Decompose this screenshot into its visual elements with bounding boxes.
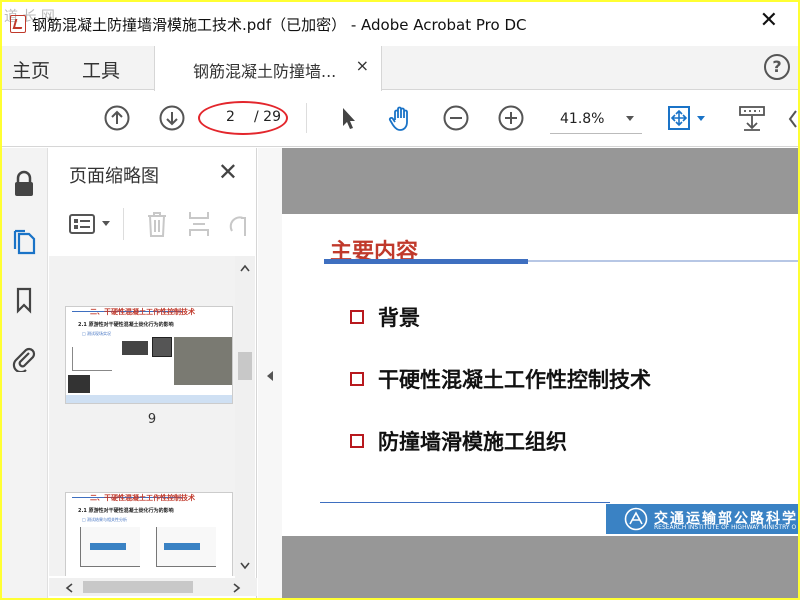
thumb-note: □ 测试结果与相关性分析 — [82, 517, 128, 522]
tab-document[interactable]: 钢筋混凝土防撞墙... × — [154, 46, 382, 91]
chevron-down-icon — [626, 116, 634, 121]
toolbar: 2 / 29 41.8% — [2, 91, 798, 147]
tab-tools[interactable]: 工具 — [82, 56, 120, 83]
panel-collapse-handle[interactable] — [258, 148, 282, 598]
bullet-marker — [350, 434, 364, 448]
rotate-icon[interactable] — [227, 210, 247, 238]
thumb-photo-small — [68, 375, 90, 393]
collapse-arrow-icon[interactable] — [266, 370, 274, 382]
thumbnails-title: 页面缩略图 — [69, 166, 159, 187]
bookmark-icon[interactable] — [10, 286, 38, 314]
pages-icon[interactable] — [10, 228, 38, 256]
bullet-item: 背景 — [378, 306, 420, 330]
options-icon[interactable] — [69, 212, 97, 236]
thumb-subheading: 2.1 原游性对干硬性混凝土徙化行为的影响 — [78, 322, 174, 328]
heading-underline-accent — [324, 259, 528, 264]
institute-banner: 交通运输部公路科学 RESEARCH INSTITUTE OF HIGHWAY … — [606, 504, 798, 534]
scroll-left-icon[interactable] — [65, 583, 73, 593]
acrobat-window: 道 长 网 钢筋混凝土防撞墙滑模施工技术.pdf（已加密） - Adobe Ac… — [2, 2, 798, 598]
thumbnail-page-number: 9 — [147, 412, 157, 427]
window-close-button[interactable]: ✕ — [760, 8, 778, 33]
thumb-photo-device — [122, 341, 148, 355]
annotation-oval — [198, 101, 288, 135]
bullet-item: 干硬性混凝土工作性控制技术 — [378, 368, 651, 392]
footer-line — [320, 502, 610, 503]
horizontal-scroll-thumb[interactable] — [83, 581, 193, 593]
page-down-icon[interactable] — [158, 104, 186, 132]
thumb-plot — [72, 347, 112, 371]
thumb-chart-label — [164, 543, 200, 550]
zoom-select[interactable]: 41.8% — [550, 104, 642, 134]
toolbar-divider — [306, 103, 307, 133]
thumb-photo-concrete — [174, 337, 232, 385]
thumb-subheading: 2.1 原游性对干硬性混凝土徙化行为的影响 — [78, 508, 174, 514]
scroll-right-icon[interactable] — [233, 583, 241, 593]
thumbnails-toolbar — [49, 204, 257, 244]
thumbnails-panel: 页面缩略图 ✕ 二、干硬性混凝土工作性控制技术 2.1 原游性对干硬性混凝土徙化… — [49, 148, 257, 598]
institute-logo-icon — [624, 507, 648, 531]
bullet-marker — [350, 310, 364, 324]
thumbnail-page-10[interactable]: 二、干硬性混凝土工作性控制技术 2.1 原游性对干硬性混凝土徙化行为的影响 □ … — [65, 492, 233, 576]
zoom-in-icon[interactable] — [497, 104, 525, 132]
help-icon[interactable]: ? — [764, 54, 790, 80]
window-title: 钢筋混凝土防撞墙滑模施工技术.pdf（已加密） - Adobe Acrobat … — [32, 16, 527, 34]
thumb-heading: 二、干硬性混凝土工作性控制技术 — [90, 494, 195, 502]
tab-bar: 主页 工具 钢筋混凝土防撞墙... × ? — [2, 46, 798, 91]
lock-icon[interactable] — [10, 170, 38, 198]
thumb-photo-laptop — [152, 337, 172, 357]
tab-home[interactable]: 主页 — [12, 56, 50, 83]
left-rail — [2, 148, 48, 598]
bullet-item: 防撞墙滑模施工组织 — [378, 430, 567, 454]
thumb-footer — [66, 395, 232, 403]
delete-icon[interactable] — [145, 210, 169, 238]
fit-page-icon[interactable] — [666, 104, 694, 132]
tab-document-label: 钢筋混凝土防撞墙... — [193, 62, 337, 81]
tab-document-close-icon[interactable]: × — [356, 56, 369, 75]
pdf-page: 主要内容 背景 干硬性混凝土工作性控制技术 防撞墙滑模施工组织 交通运输部公路科… — [282, 214, 798, 536]
fit-menu-chevron-icon[interactable] — [696, 115, 706, 123]
select-arrow-icon[interactable] — [334, 104, 362, 132]
thumb-note: □ 测试现场实况 — [82, 331, 112, 336]
extract-icon[interactable] — [187, 210, 211, 238]
scroll-down-icon[interactable] — [240, 562, 250, 570]
thumb-chart-label — [90, 543, 126, 550]
thumbnail-list: 二、干硬性混凝土工作性控制技术 2.1 原游性对干硬性混凝土徙化行为的影响 □ … — [49, 256, 239, 576]
document-view[interactable]: 主要内容 背景 干硬性混凝土工作性控制技术 防撞墙滑模施工组织 交通运输部公路科… — [282, 148, 798, 598]
vertical-scroll-thumb[interactable] — [238, 352, 252, 380]
zoom-value: 41.8% — [560, 111, 605, 127]
thumbnail-page-9[interactable]: 二、干硬性混凝土工作性控制技术 2.1 原游性对干硬性混凝土徙化行为的影响 □ … — [65, 306, 233, 404]
scroll-up-icon[interactable] — [240, 264, 250, 272]
thumbnails-horizontal-scrollbar[interactable] — [49, 578, 257, 596]
options-chevron-icon[interactable] — [101, 220, 111, 228]
zoom-out-icon[interactable] — [442, 104, 470, 132]
institute-name-en: RESEARCH INSTITUTE OF HIGHWAY MINISTRY O — [654, 524, 797, 531]
scroll-mode-icon[interactable] — [738, 104, 766, 132]
thumbs-toolbar-divider — [123, 208, 124, 240]
thumb-heading: 二、干硬性混凝土工作性控制技术 — [90, 308, 195, 316]
thumbnails-close-icon[interactable]: ✕ — [218, 158, 238, 186]
thumbnails-vertical-scrollbar[interactable] — [235, 256, 255, 578]
bullet-marker — [350, 372, 364, 386]
attachment-icon[interactable] — [10, 344, 38, 372]
title-bar: 道 长 网 钢筋混凝土防撞墙滑模施工技术.pdf（已加密） - Adobe Ac… — [2, 2, 798, 46]
more-tools-icon[interactable] — [788, 109, 798, 129]
hand-icon[interactable] — [387, 104, 415, 132]
pdf-icon — [10, 15, 26, 33]
page-up-icon[interactable] — [103, 104, 131, 132]
